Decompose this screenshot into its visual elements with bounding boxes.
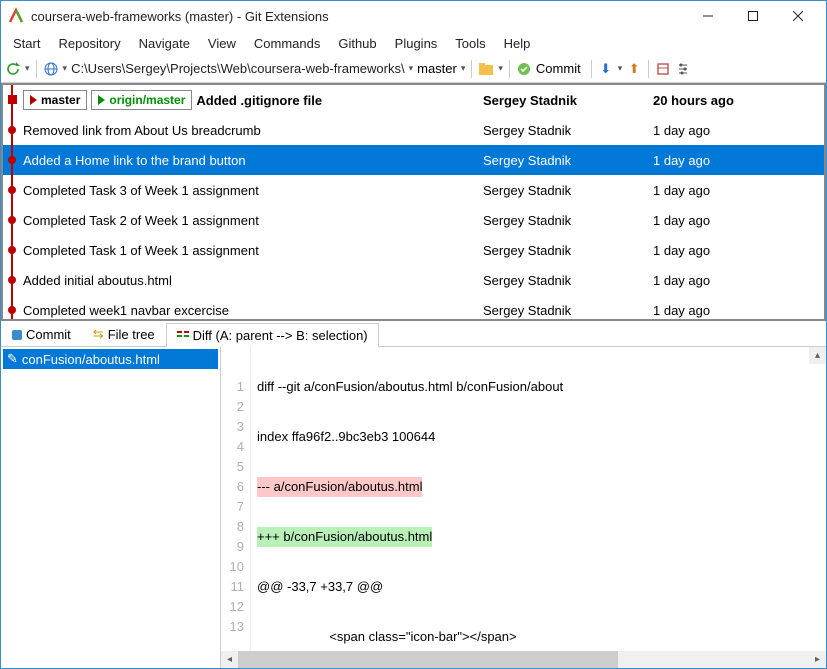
close-button[interactable] [775, 1, 820, 31]
pull-icon[interactable]: ⬇ [598, 61, 614, 77]
commit-message: Added .gitignore file [196, 93, 322, 108]
commit-author: Sergey Stadnik [483, 93, 653, 108]
refresh-dropdown[interactable]: ▾ [25, 63, 30, 74]
detail-tabs: Commit ⇆File tree Diff (A: parent --> B:… [1, 321, 826, 347]
menu-navigate[interactable]: Navigate [139, 36, 190, 51]
menu-tools[interactable]: Tools [455, 36, 485, 51]
menu-commands[interactable]: Commands [254, 36, 320, 51]
commit-date: 20 hours ago [653, 93, 824, 108]
commit-row[interactable]: Completed Task 3 of Week 1 assignment Se… [3, 175, 824, 205]
ref-local[interactable]: master [23, 90, 87, 110]
scroll-right-button[interactable]: ▸ [809, 654, 826, 665]
menu-github[interactable]: Github [338, 36, 376, 51]
tree-icon: ⇆ [93, 326, 104, 342]
titlebar: coursera-web-frameworks (master) - Git E… [1, 1, 826, 31]
path-dropdown[interactable]: ▾ [409, 63, 414, 74]
folder-icon[interactable] [478, 61, 494, 77]
commit-author: Sergey Stadnik [483, 213, 653, 228]
tab-diff[interactable]: Diff (A: parent --> B: selection) [166, 323, 379, 347]
diff-icon [177, 328, 189, 343]
pull-dropdown[interactable]: ▾ [618, 63, 623, 74]
commit-message: Removed link from About Us breadcrumb [23, 123, 261, 138]
diff-code[interactable]: diff --git a/conFusion/aboutus.html b/co… [251, 347, 826, 651]
commit-date: 1 day ago [653, 273, 824, 288]
toolbar: ▾ ▾ C:\Users\Sergey\Projects\Web\courser… [1, 55, 826, 83]
menu-help[interactable]: Help [504, 36, 531, 51]
commit-graph [3, 85, 23, 319]
menu-plugins[interactable]: Plugins [395, 36, 438, 51]
tab-commit[interactable]: Commit [1, 322, 82, 346]
minimize-button[interactable] [685, 1, 730, 31]
file-name: conFusion/aboutus.html [22, 352, 160, 367]
edit-icon: ✎ [7, 351, 18, 367]
commit-author: Sergey Stadnik [483, 303, 653, 318]
commit-row[interactable]: Added initial aboutus.html Sergey Stadni… [3, 265, 824, 295]
branch-dropdown[interactable]: ▾ [461, 63, 466, 74]
commit-date: 1 day ago [653, 153, 824, 168]
commit-author: Sergey Stadnik [483, 123, 653, 138]
commit-date: 1 day ago [653, 243, 824, 258]
scroll-left-button[interactable]: ◂ [221, 654, 238, 665]
commit-message: Completed Task 2 of Week 1 assignment [23, 213, 259, 228]
file-list[interactable]: ✎ conFusion/aboutus.html [1, 347, 221, 668]
commit-row[interactable]: Completed Task 2 of Week 1 assignment Se… [3, 205, 824, 235]
commit-author: Sergey Stadnik [483, 243, 653, 258]
stash-icon[interactable] [655, 61, 671, 77]
window-title: coursera-web-frameworks (master) - Git E… [31, 9, 685, 24]
globe-dropdown[interactable]: ▾ [63, 63, 68, 74]
commit-row[interactable]: master origin/master Added .gitignore fi… [3, 85, 824, 115]
diff-view[interactable]: ▴ 12345678910111213 diff --git a/conFusi… [221, 347, 826, 651]
commit-button[interactable]: Commit [536, 61, 581, 76]
commit-message: Completed Task 3 of Week 1 assignment [23, 183, 259, 198]
globe-icon[interactable] [43, 61, 59, 77]
repo-path[interactable]: C:\Users\Sergey\Projects\Web\coursera-we… [71, 61, 405, 76]
menu-repository[interactable]: Repository [58, 36, 120, 51]
file-item[interactable]: ✎ conFusion/aboutus.html [3, 349, 218, 369]
folder-dropdown[interactable]: ▾ [498, 63, 503, 74]
commit-history[interactable]: master origin/master Added .gitignore fi… [1, 83, 826, 321]
line-gutter: 12345678910111213 [221, 347, 251, 651]
commit-row[interactable]: Removed link from About Us breadcrumb Se… [3, 115, 824, 145]
info-icon [12, 330, 22, 340]
commit-message: Added initial aboutus.html [23, 273, 172, 288]
tab-filetree[interactable]: ⇆File tree [82, 321, 166, 346]
commit-author: Sergey Stadnik [483, 183, 653, 198]
menu-start[interactable]: Start [13, 36, 40, 51]
maximize-button[interactable] [730, 1, 775, 31]
branch-label[interactable]: master [417, 61, 457, 76]
menu-view[interactable]: View [208, 36, 236, 51]
commit-message: Completed Task 1 of Week 1 assignment [23, 243, 259, 258]
settings-icon[interactable] [675, 61, 691, 77]
commit-message: Completed week1 navbar excercise [23, 303, 229, 318]
commit-date: 1 day ago [653, 213, 824, 228]
menubar: Start Repository Navigate View Commands … [1, 31, 826, 55]
commit-check-icon [516, 61, 532, 77]
ref-remote[interactable]: origin/master [91, 90, 192, 110]
app-icon [7, 7, 25, 25]
commit-date: 1 day ago [653, 123, 824, 138]
commit-author: Sergey Stadnik [483, 273, 653, 288]
commit-row[interactable]: Added a Home link to the brand button Se… [3, 145, 824, 175]
commit-author: Sergey Stadnik [483, 153, 653, 168]
refresh-icon[interactable] [5, 61, 21, 77]
commit-row[interactable]: Completed week1 navbar excercise Sergey … [3, 295, 824, 321]
scrollbar-thumb[interactable] [238, 651, 618, 668]
push-icon[interactable]: ⬆ [626, 61, 642, 77]
commit-date: 1 day ago [653, 303, 824, 318]
commit-date: 1 day ago [653, 183, 824, 198]
commit-row[interactable]: Completed Task 1 of Week 1 assignment Se… [3, 235, 824, 265]
horizontal-scrollbar[interactable]: ◂ ▸ [221, 651, 826, 668]
commit-message: Added a Home link to the brand button [23, 153, 246, 168]
